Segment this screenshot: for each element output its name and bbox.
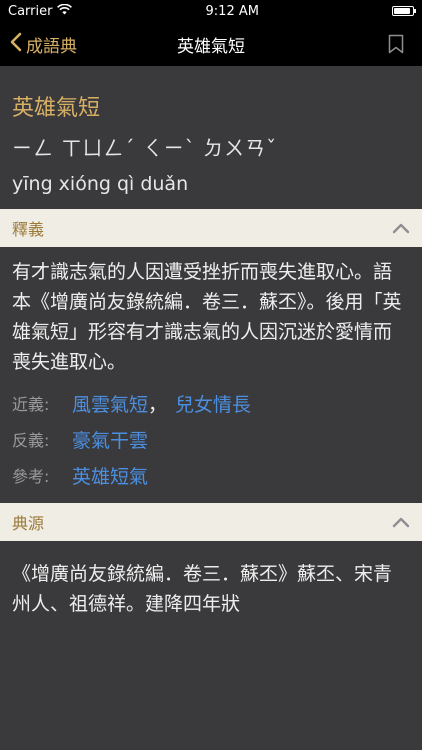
carrier-label: Carrier [8,3,53,19]
section-title-source: 典源 [12,514,45,533]
synonym-link[interactable]: 兒女情長 [175,390,251,417]
chevron-up-icon[interactable] [392,219,410,238]
synonyms-label: 近義: [12,395,50,414]
antonyms-label: 反義: [12,431,50,450]
battery-fill [394,8,411,14]
references-label: 參考: [12,467,50,486]
status-left: Carrier [8,3,73,19]
nav-title: 英雄氣短 [177,36,245,57]
section-body-meaning: 有才識志氣的人因遭受挫折而喪失進取心。語本《增廣尚友錄統編．卷三．蘇丕》。後用「… [0,247,422,503]
references-row: 參考: 英雄短氣 [12,457,410,493]
back-button[interactable]: 成語典 [10,22,77,66]
entry-pinyin: yīng xióng qì duǎn [12,173,189,195]
synonym-separator: ， [148,393,168,416]
reference-link[interactable]: 英雄短氣 [72,462,148,489]
antonyms-row: 反義: 豪氣干雲 [12,421,410,457]
status-right [392,6,416,16]
status-bar: Carrier 9:12 AM [0,0,422,22]
synonyms-row: 近義: 風雲氣短 ， 兒女情長 [12,385,410,421]
navigation-bar: 成語典 英雄氣短 [0,22,422,66]
bookmark-icon[interactable] [388,34,404,58]
battery-icon [392,6,416,16]
entry-bopomofo: ㄧㄥ ㄒㄩㄥˊ ㄑㄧˋ ㄉㄨㄢˇ [12,136,278,160]
synonym-link[interactable]: 風雲氣短 [72,390,148,417]
chevron-left-icon [10,32,22,57]
wifi-icon [57,3,73,19]
definition-text: 有才識志氣的人因遭受挫折而喪失進取心。語本《增廣尚友錄統編．卷三．蘇丕》。後用「… [12,261,402,373]
entry-title: 英雄氣短 [12,96,101,121]
entry-header: 英雄氣短 ㄧㄥ ㄒㄩㄥˊ ㄑㄧˋ ㄉㄨㄢˇ yīng xióng qì duǎn [0,66,422,209]
section-header-meaning[interactable]: 釋義 [0,209,422,247]
chevron-up-icon[interactable] [392,513,410,532]
source-text: 《增廣尚友錄統編．卷三．蘇丕》蘇丕、宋青州人、祖德祥。建降四年狀 [12,563,393,615]
section-body-source: 《增廣尚友錄統編．卷三．蘇丕》蘇丕、宋青州人、祖德祥。建降四年狀 [0,541,422,629]
antonym-link[interactable]: 豪氣干雲 [72,426,148,453]
section-title-meaning: 釋義 [12,220,45,239]
status-time: 9:12 AM [205,3,259,19]
back-button-label: 成語典 [26,36,77,57]
section-header-source[interactable]: 典源 [0,503,422,541]
